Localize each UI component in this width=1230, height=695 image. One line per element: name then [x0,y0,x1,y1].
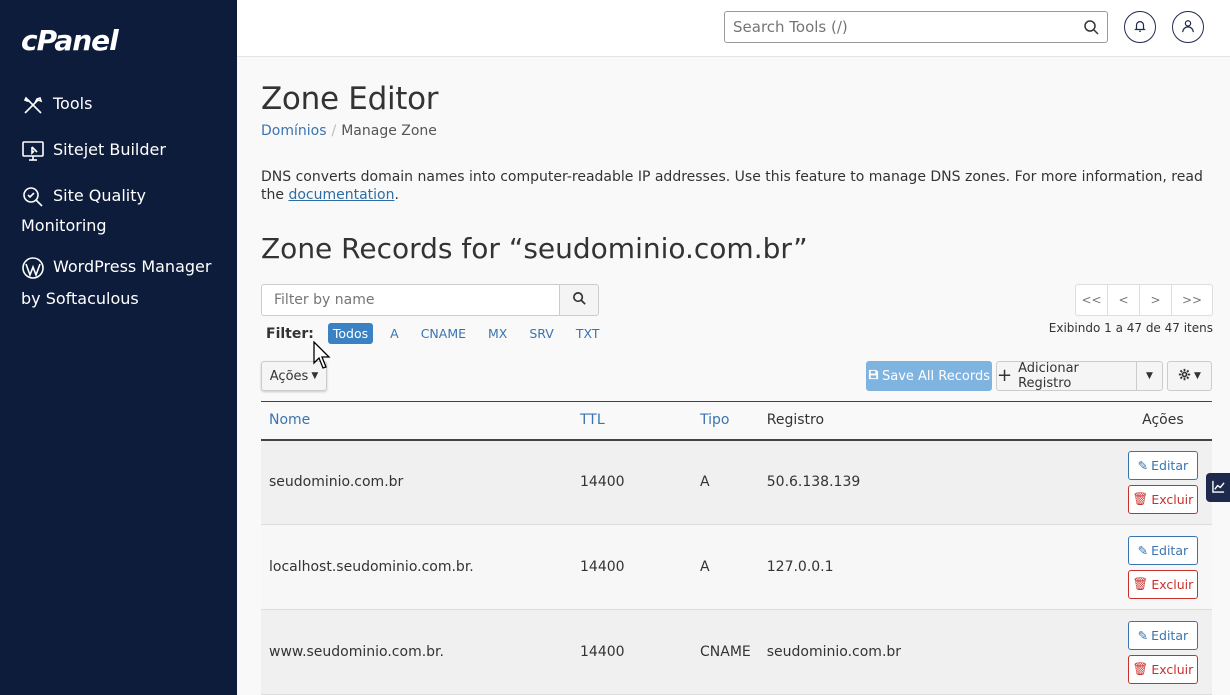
pencil-icon: ✎ [1137,542,1149,558]
record-type: A [692,524,759,610]
stats-side-tab[interactable] [1206,473,1230,502]
zone-records-table: Nome TTL Tipo Registro Ações seudominio.… [261,401,1212,695]
last-page-button[interactable]: >> [1171,284,1213,316]
notifications-button[interactable] [1124,11,1156,43]
sitejet-icon [21,139,45,163]
record-ttl: 14400 [572,524,692,610]
record-value: 127.0.0.1 [758,524,1114,610]
column-header-actions: Ações [1113,401,1212,441]
sidebar-item-site-quality[interactable]: Site Quality Monitoring [21,181,221,241]
page-title: Zone Editor [261,81,439,117]
sidebar-item-label: WordPress Manager by Softaculous [21,257,212,308]
delete-record-button[interactable]: 🗑 Excluir [1127,569,1198,599]
search-tools-box [724,11,1108,43]
trash-icon: 🗑 [1132,491,1149,507]
sidebar-item-label: Sitejet Builder [53,140,166,159]
search-tools-input[interactable] [725,12,1065,42]
next-page-button[interactable]: > [1139,284,1172,316]
caret-down-icon: ▼ [1146,371,1153,381]
table-row: seudominio.com.br 14400 A 50.6.138.139 ✎… [261,439,1212,525]
add-record-button[interactable]: + Adicionar Registro [996,361,1137,391]
sidebar-item-label: Tools [53,94,93,113]
filter-by-name-input[interactable] [262,285,552,315]
breadcrumb-link-domains[interactable]: Domínios [261,123,327,139]
user-account-button[interactable] [1172,11,1204,43]
record-type: A [692,439,759,525]
delete-record-button[interactable]: 🗑 Excluir [1127,654,1198,684]
record-actions: ✎ Editar 🗑 Excluir [1113,609,1212,695]
delete-record-button[interactable]: 🗑 Excluir [1127,484,1198,514]
plus-icon: + [997,365,1013,386]
save-icon [868,369,879,384]
record-ttl: 14400 [572,439,692,525]
gear-icon [1178,368,1191,385]
page-description: DNS converts domain names into computer-… [261,169,1203,203]
breadcrumb-separator: / [331,123,337,139]
bell-icon [1133,18,1147,37]
record-ttl: 14400 [572,609,692,695]
column-header-name[interactable]: Nome [261,401,572,441]
wordpress-icon [21,256,45,280]
record-value: 50.6.138.139 [758,439,1114,525]
record-actions: ✎ Editar 🗑 Excluir [1113,524,1212,610]
filter-label: Filter: [266,325,314,342]
sidebar-item-sitejet[interactable]: Sitejet Builder [21,135,221,165]
showing-count: Exibindo 1 a 47 de 47 itens [1048,321,1213,335]
first-page-button[interactable]: << [1075,284,1108,316]
filter-chip-todos[interactable]: Todos [327,323,374,344]
top-header [237,0,1230,57]
table-header-row: Nome TTL Tipo Registro Ações [261,401,1212,441]
record-name: www.seudominio.com.br. [261,609,572,695]
sidebar-item-wordpress[interactable]: WordPress Manager by Softaculous [21,251,221,315]
sidebar-item-tools[interactable]: Tools [21,89,221,119]
mouse-cursor [313,340,333,371]
pencil-icon: ✎ [1137,457,1149,473]
pencil-icon: ✎ [1137,627,1149,643]
trash-icon: 🗑 [1132,576,1149,591]
record-actions: ✎ Editar 🗑 Excluir [1113,439,1212,525]
record-name: seudominio.com.br [261,439,572,525]
edit-record-button[interactable]: ✎ Editar [1127,450,1198,480]
edit-record-button[interactable]: ✎ Editar [1127,620,1198,650]
pagination: << < > >> [1075,284,1213,316]
table-row: www.seudominio.com.br. 14400 CNAME seudo… [261,609,1212,695]
documentation-link[interactable]: documentation [288,187,394,203]
settings-dropdown-button[interactable]: ▼ [1167,361,1212,391]
caret-down-icon: ▼ [1194,371,1201,381]
cpanel-logo[interactable]: cPanel [21,24,119,57]
breadcrumb-current: Manage Zone [341,123,437,139]
filter-box [261,284,560,316]
edit-record-button[interactable]: ✎ Editar [1127,535,1198,565]
trash-icon: 🗑 [1132,661,1149,676]
user-icon [1181,18,1195,37]
filter-chip-a[interactable]: A [385,323,404,344]
filter-chip-txt[interactable]: TXT [571,323,605,344]
prev-page-button[interactable]: < [1107,284,1140,316]
filter-chip-mx[interactable]: MX [483,323,512,344]
column-header-ttl[interactable]: TTL [572,401,692,441]
chart-icon [1211,478,1225,497]
search-icon[interactable] [1083,19,1099,35]
column-header-type[interactable]: Tipo [692,401,759,441]
breadcrumb: Domínios / Manage Zone [261,123,437,139]
search-icon [572,291,587,310]
add-record-dropdown-toggle[interactable]: ▼ [1136,361,1163,391]
zone-records-title: Zone Records for “seudominio.com.br” [261,232,808,265]
save-all-records-button[interactable]: Save All Records [866,361,992,391]
record-value: seudominio.com.br [758,609,1114,695]
filter-chip-cname[interactable]: CNAME [416,323,471,344]
filter-chip-srv[interactable]: SRV [524,323,559,344]
record-type: CNAME [692,609,759,695]
site-quality-icon [21,185,45,209]
tools-icon [21,93,45,117]
table-row: localhost.seudominio.com.br. 14400 A 127… [261,524,1212,610]
record-name: localhost.seudominio.com.br. [261,524,572,610]
column-header-record: Registro [758,401,1114,441]
filter-search-button[interactable] [559,284,599,316]
sidebar: cPanel Tools Sitejet Builder Site Qualit… [0,0,237,695]
caret-down-icon: ▼ [311,371,319,381]
